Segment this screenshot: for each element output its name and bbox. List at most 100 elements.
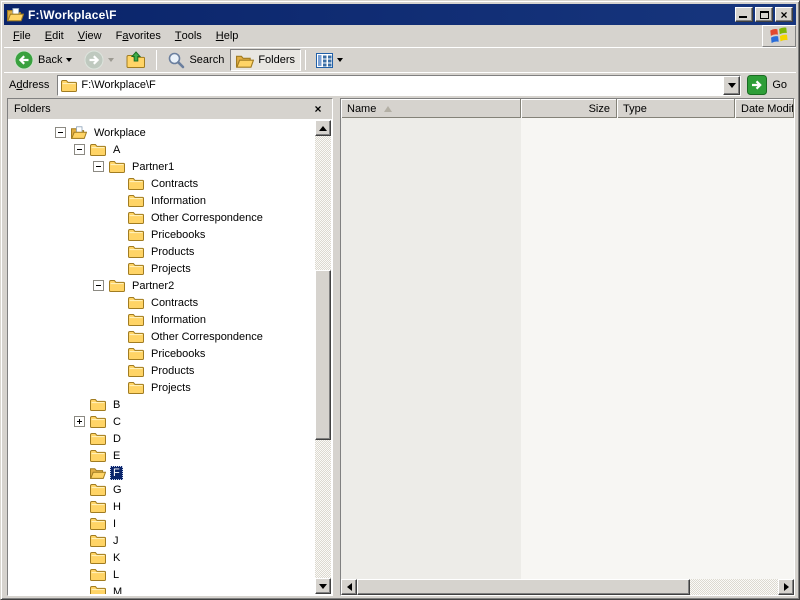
scroll-down-button[interactable] [315,578,331,594]
tree-item-label: Pricebooks [148,347,208,361]
tree-item-label: K [110,551,123,565]
column-header-date-modified[interactable]: Date Modified [735,99,794,118]
forward-dropdown-icon [108,58,114,62]
tree-item-k[interactable]: K [9,549,315,566]
folder-icon [128,228,144,241]
collapse-icon[interactable] [74,144,85,155]
go-arrow-icon [747,75,767,95]
tree-item-e[interactable]: E [9,447,315,464]
expand-icon[interactable] [74,416,85,427]
tree-item-label: G [110,483,125,497]
address-value: F:\Workplace\F [81,79,723,91]
tree-item-c[interactable]: C [9,413,315,430]
title-bar[interactable]: F:\Workplace\F × [4,4,796,25]
collapse-icon[interactable] [93,161,104,172]
menu-item-view[interactable]: View [71,25,109,47]
minimize-icon [739,16,747,18]
menu-item-favorites[interactable]: Favorites [109,25,168,47]
scrollbar-thumb[interactable] [315,270,331,440]
tree-item-contracts[interactable]: Contracts [9,294,315,311]
folders-button[interactable]: Folders [230,49,301,71]
forward-icon [84,50,104,70]
folders-panel-title: Folders [14,103,310,115]
tree-item-m[interactable]: M [9,583,315,594]
column-header-size[interactable]: Size [521,99,617,118]
tree-item-l[interactable]: L [9,566,315,583]
tree-item-label: Workplace [91,126,149,140]
up-button[interactable] [120,49,152,71]
folder-tree: WorkplaceAPartner1ContractsInformationOt… [9,120,315,594]
tree-item-j[interactable]: J [9,532,315,549]
tree-item-partner1[interactable]: Partner1 [9,158,315,175]
search-label: Search [189,54,224,66]
arrow-right-icon [784,583,789,591]
folder-icon [128,381,144,394]
back-button[interactable]: Back [8,49,78,71]
tree-item-products[interactable]: Products [9,362,315,379]
tree-item-label: Other Correspondence [148,330,266,344]
minimize-button[interactable] [735,7,753,22]
column-headers: Name SizeTypeDate Modified [341,99,794,118]
scroll-up-button[interactable] [315,120,331,136]
tree-item-contracts[interactable]: Contracts [9,175,315,192]
tree-item-label: A [110,143,123,157]
close-folders-panel-button[interactable]: × [310,102,326,116]
file-list-body[interactable] [341,118,794,579]
back-dropdown-icon [66,58,72,62]
close-button[interactable]: × [775,7,793,22]
tree-item-products[interactable]: Products [9,243,315,260]
scrollbar-track[interactable] [315,136,331,578]
scroll-left-button[interactable] [341,579,357,595]
folder-icon [128,313,144,326]
scroll-right-button[interactable] [778,579,794,595]
tree-item-label: Projects [148,262,194,276]
address-folder-icon [61,79,77,92]
tree-item-information[interactable]: Information [9,311,315,328]
menu-item-edit[interactable]: Edit [38,25,71,47]
views-button[interactable] [310,49,349,71]
tree-item-other-correspondence[interactable]: Other Correspondence [9,328,315,345]
column-header-type[interactable]: Type [617,99,735,118]
menu-item-help[interactable]: Help [209,25,246,47]
tree-item-h[interactable]: H [9,498,315,515]
tree-item-b[interactable]: B [9,396,315,413]
tree-item-a[interactable]: A [9,141,315,158]
tree-item-information[interactable]: Information [9,192,315,209]
main-area: Folders × WorkplaceAPartner1ContractsInf… [4,97,796,596]
menu-item-file[interactable]: File [6,25,38,47]
collapse-icon[interactable] [55,127,66,138]
tree-item-f[interactable]: F [9,464,315,481]
chevron-down-icon [728,83,736,88]
collapse-icon[interactable] [93,280,104,291]
tree-item-label: D [110,432,124,446]
tree-item-other-correspondence[interactable]: Other Correspondence [9,209,315,226]
search-button[interactable]: Search [161,49,230,71]
horizontal-scrollbar[interactable] [341,579,794,595]
tree-item-label: M [110,585,125,595]
tree-item-g[interactable]: G [9,481,315,498]
tree-item-pricebooks[interactable]: Pricebooks [9,345,315,362]
folder-icon [128,330,144,343]
tree-item-label: Contracts [148,177,201,191]
tree-item-label: H [110,500,124,514]
tree-item-pricebooks[interactable]: Pricebooks [9,226,315,243]
maximize-button[interactable] [755,7,773,22]
tree-item-projects[interactable]: Projects [9,379,315,396]
go-button[interactable]: Go [747,75,791,95]
address-input[interactable]: F:\Workplace\F [57,75,741,96]
tree-item-projects[interactable]: Projects [9,260,315,277]
folder-icon [90,500,106,513]
tree-item-label: C [110,415,124,429]
tree-item-label: Other Correspondence [148,211,266,225]
address-dropdown-button[interactable] [723,76,740,95]
column-header-name[interactable]: Name [341,99,521,118]
menu-item-tools[interactable]: Tools [168,25,209,47]
tree-item-workplace[interactable]: Workplace [9,124,315,141]
tree-item-label: J [110,534,122,548]
column-label: Name [347,103,376,115]
hscrollbar-thumb[interactable] [357,579,690,595]
tree-item-d[interactable]: D [9,430,315,447]
tree-item-i[interactable]: I [9,515,315,532]
tree-item-partner2[interactable]: Partner2 [9,277,315,294]
forward-button[interactable] [78,49,120,71]
